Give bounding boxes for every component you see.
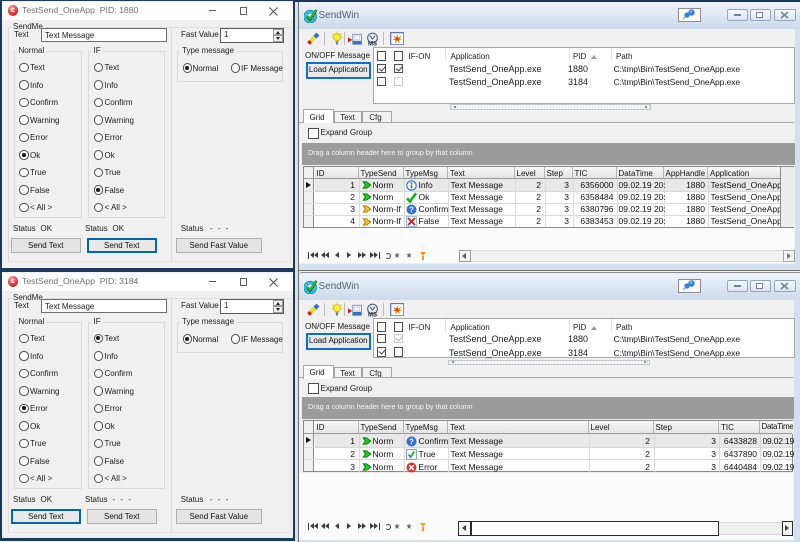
svg-text:?: ? xyxy=(409,437,414,446)
svg-text:MS: MS xyxy=(368,41,377,46)
svg-text:?: ? xyxy=(409,205,414,214)
svg-text:MS: MS xyxy=(368,312,377,317)
